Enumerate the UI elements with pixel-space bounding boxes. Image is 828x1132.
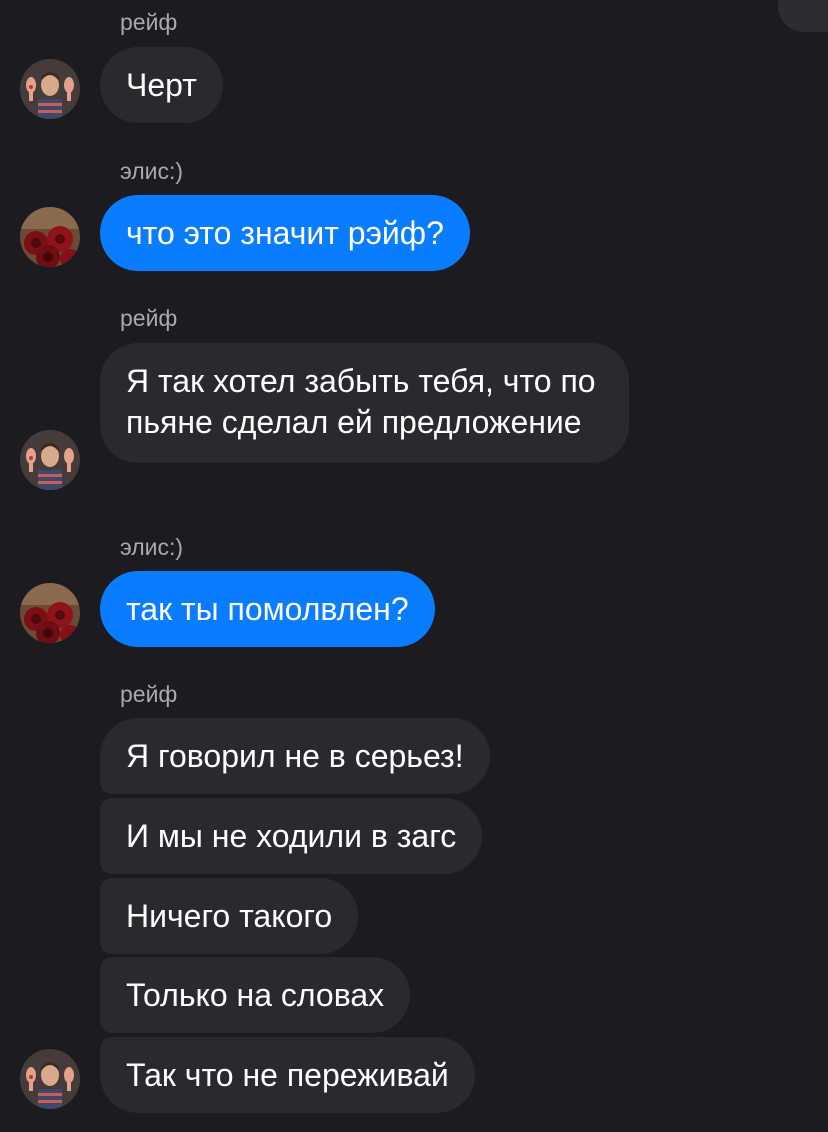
rafe-avatar[interactable] [20, 1049, 80, 1109]
message-bubble[interactable]: Только на словах [100, 957, 411, 1033]
partial-message-bubble [778, 0, 828, 32]
sender-name: элис:) [120, 158, 184, 184]
person-avatar-icon [20, 430, 80, 490]
message-bubble[interactable]: И мы не ходили в загс [100, 798, 483, 874]
alice-avatar[interactable] [20, 583, 80, 643]
person-avatar-icon [20, 59, 80, 119]
rafe-avatar[interactable] [20, 59, 80, 119]
person-avatar-icon [20, 1049, 80, 1109]
message-bubble[interactable]: так ты помолвлен? [100, 571, 435, 647]
sender-name: рейф [120, 305, 178, 331]
chat-screen: рейф Черт элис:) что это значит рэйф? ре… [0, 0, 828, 1132]
message-bubble[interactable]: Я так хотел забыть тебя, что по пьяне сд… [100, 343, 629, 463]
sender-name: элис:) [120, 534, 184, 560]
alice-avatar[interactable] [20, 207, 80, 267]
message-bubble[interactable]: Ничего такого [100, 878, 359, 954]
rafe-avatar[interactable] [20, 430, 80, 490]
message-bubble[interactable]: Черт [100, 47, 223, 123]
message-bubble[interactable]: Я говорил не в серьез! [100, 718, 490, 794]
red-roses-icon [20, 207, 80, 267]
message-bubble[interactable]: что это значит рэйф? [100, 195, 470, 271]
sender-name: рейф [120, 9, 178, 35]
sender-name: рейф [120, 681, 178, 707]
message-bubble[interactable]: Так что не переживай [100, 1037, 475, 1113]
red-roses-icon [20, 583, 80, 643]
